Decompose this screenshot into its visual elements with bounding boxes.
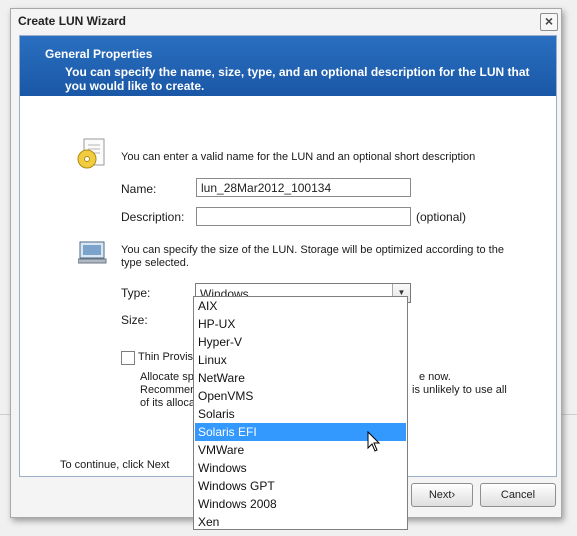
header-banner: General Properties You can specify the n… <box>20 36 556 96</box>
allocate-text-1-right: e now. <box>419 371 451 383</box>
optional-note: (optional) <box>416 210 467 224</box>
allocate-text-1-left: Allocate spa <box>140 371 200 383</box>
type-option-hp-ux[interactable]: HP-UX <box>195 315 406 333</box>
name-label: Name: <box>121 182 157 196</box>
type-option-xen[interactable]: Xen <box>195 513 406 531</box>
banner-description: You can specify the name, size, type, an… <box>65 65 530 93</box>
type-label: Type: <box>121 286 151 300</box>
allocate-text-2-right: is unlikely to use all <box>412 384 507 396</box>
continue-hint: To continue, click Next <box>60 459 170 471</box>
type-option-windows[interactable]: Windows <box>195 459 406 477</box>
size-section-intro-2: type selected. <box>121 257 189 269</box>
description-input[interactable] <box>196 207 411 226</box>
close-button[interactable]: × <box>540 13 558 31</box>
name-input[interactable]: lun_28Mar2012_100134 <box>196 178 411 197</box>
type-option-linux[interactable]: Linux <box>195 351 406 369</box>
type-option-windows-2008[interactable]: Windows 2008 <box>195 495 406 513</box>
banner-title: General Properties <box>45 47 153 61</box>
computer-monitor-icon <box>78 241 107 264</box>
mouse-pointer-icon <box>367 431 381 452</box>
type-option-openvms[interactable]: OpenVMS <box>195 387 406 405</box>
size-section-intro-1: You can specify the size of the LUN. Sto… <box>121 244 504 256</box>
type-option-solaris[interactable]: Solaris <box>195 405 406 423</box>
thin-provisioning-checkbox[interactable] <box>121 351 135 365</box>
title-bar: Create LUN Wizard × <box>11 9 561 35</box>
type-option-hyper-v[interactable]: Hyper-V <box>195 333 406 351</box>
type-option-aix[interactable]: AIX <box>195 297 406 315</box>
type-option-windows-gpt[interactable]: Windows GPT <box>195 477 406 495</box>
description-label: Description: <box>121 210 185 224</box>
type-option-netware[interactable]: NetWare <box>195 369 406 387</box>
allocate-text-3-left: of its allocat <box>140 397 199 409</box>
type-dropdown-list: AIX HP-UX Hyper-V Linux NetWare OpenVMS … <box>193 296 408 530</box>
dialog-title: Create LUN Wizard <box>18 14 126 28</box>
next-button[interactable]: Next› <box>411 483 473 507</box>
size-label: Size: <box>121 313 148 327</box>
cancel-button[interactable]: Cancel <box>480 483 556 507</box>
document-disc-icon <box>77 138 105 169</box>
name-section-intro: You can enter a valid name for the LUN a… <box>121 151 476 163</box>
